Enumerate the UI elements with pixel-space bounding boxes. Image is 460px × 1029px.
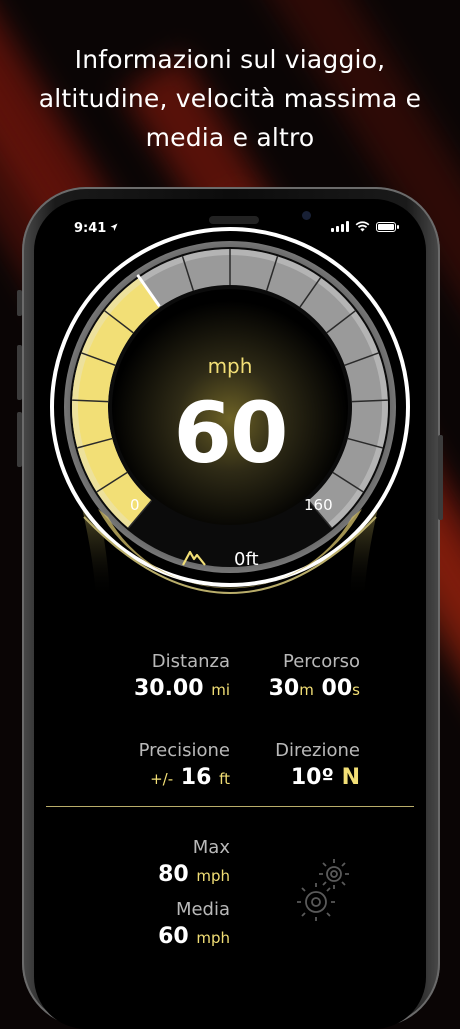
gauge-max-label: 160: [304, 496, 333, 514]
headline-line-3: media e altro: [145, 123, 315, 152]
speed-unit-label: mph: [207, 354, 253, 378]
phone-silent-switch: [17, 290, 22, 316]
trip-stat: Percorso 30m 00s: [180, 650, 360, 705]
headline: Informazioni sul viaggio, altitudine, ve…: [0, 40, 460, 157]
average-unit: mph: [196, 929, 230, 947]
speed-value: 60: [173, 384, 289, 482]
divider: [46, 806, 414, 807]
average-value: 60: [158, 924, 189, 949]
heading-label: Direzione: [275, 740, 360, 761]
heading-stat: Direzione 10º N: [180, 739, 360, 793]
trip-seconds-unit: s: [352, 681, 360, 699]
mountain-icon: [182, 550, 206, 566]
average-label: Media: [175, 899, 230, 920]
heading-value: 10º: [290, 765, 334, 790]
max-unit: mph: [196, 867, 230, 885]
headline-line-2: altitudine, velocità massima e: [38, 84, 422, 113]
trip-minutes-unit: m: [299, 681, 314, 699]
max-speed-stat: Max 80 mph: [50, 836, 230, 891]
heading-cardinal: N: [341, 765, 360, 790]
accuracy-prefix: +/-: [150, 770, 174, 788]
max-value: 80: [158, 862, 189, 887]
trip-label: Percorso: [283, 651, 360, 672]
phone-power-button: [438, 435, 443, 520]
gauge-min-label: 0: [130, 496, 140, 514]
trip-minutes: 30: [268, 676, 300, 701]
average-speed-stat: Media 60 mph: [50, 898, 230, 953]
trip-seconds: 00: [321, 676, 353, 701]
phone-screen: 9:41 mph 60 0 160 0ft Distanza 30.00 mi …: [34, 199, 426, 1029]
max-label: Max: [192, 837, 230, 858]
headline-line-1: Informazioni sul viaggio,: [74, 45, 386, 74]
gears-icon[interactable]: [294, 854, 356, 924]
phone-volume-down: [17, 412, 22, 467]
altitude-value: 0ft: [234, 549, 259, 570]
phone-volume-up: [17, 345, 22, 400]
